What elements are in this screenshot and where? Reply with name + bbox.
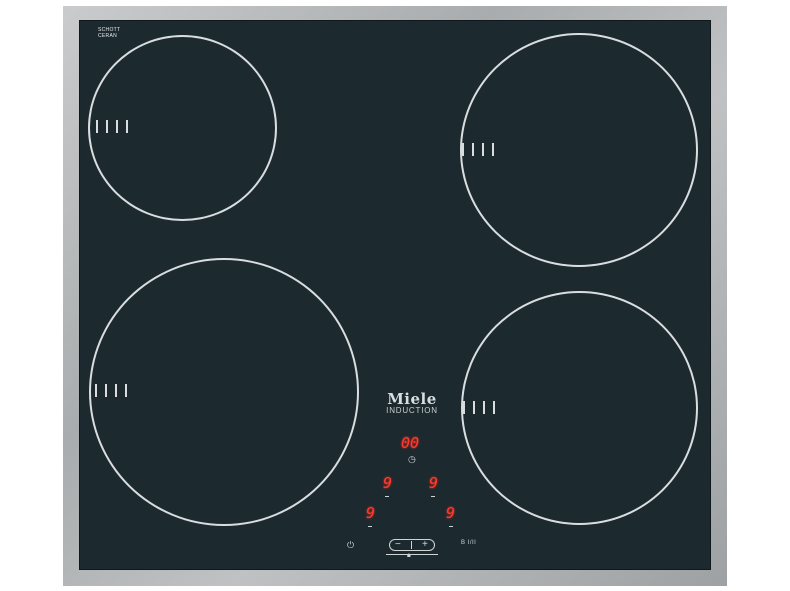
zone-front-right-ticks xyxy=(463,401,495,414)
slider-underline xyxy=(386,554,438,555)
clock-icon[interactable]: ◷ xyxy=(408,455,416,464)
booster-label[interactable]: B I/II xyxy=(461,540,476,546)
induction-label: INDUCTION xyxy=(386,406,438,415)
level-dash-rear-left xyxy=(385,496,389,497)
ceran-text: CERAN xyxy=(98,33,118,39)
level-dash-rear-right xyxy=(431,496,435,497)
zone-rear-right[interactable] xyxy=(460,33,698,267)
zone-front-right[interactable] xyxy=(461,291,698,525)
level-display-front-right[interactable]: 9 xyxy=(446,506,455,521)
level-display-rear-right[interactable]: 9 xyxy=(429,476,438,491)
zone-front-left-ticks xyxy=(95,384,127,397)
level-dash-front-right xyxy=(449,526,453,527)
minus-button[interactable]: − xyxy=(395,540,401,550)
level-dash-front-left xyxy=(368,526,372,527)
zone-front-left[interactable] xyxy=(89,258,359,526)
plus-button[interactable]: + xyxy=(422,540,428,550)
slider-divider xyxy=(411,541,412,549)
zone-rear-left-ticks xyxy=(96,120,128,133)
schott-ceran-logo: SCHOTT CERAN xyxy=(98,27,120,39)
zone-rear-right-ticks xyxy=(462,143,494,156)
power-icon[interactable]: ⏻ xyxy=(347,541,354,550)
miele-logo: Miele xyxy=(387,390,437,408)
lock-icon[interactable]: 🔒︎ xyxy=(407,551,411,560)
level-display-rear-left[interactable]: 9 xyxy=(383,476,392,491)
timer-display: 00 xyxy=(401,434,420,452)
level-display-front-left[interactable]: 9 xyxy=(366,506,375,521)
